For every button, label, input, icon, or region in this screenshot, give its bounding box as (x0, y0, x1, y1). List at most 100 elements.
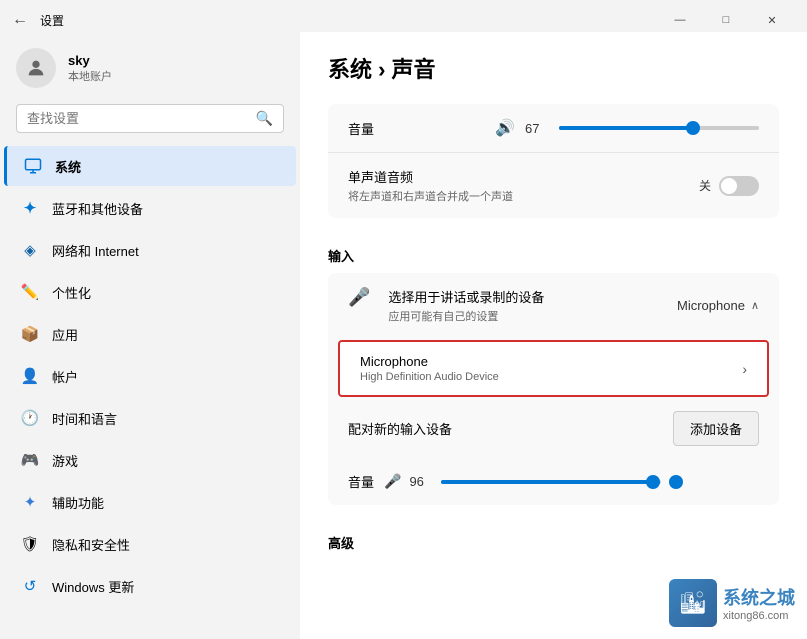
watermark-icon: 🏙 (669, 579, 717, 627)
sidebar-item-gaming[interactable]: 🎮 游戏 (4, 440, 296, 480)
volume-value: 67 (525, 121, 549, 136)
volume-slider-thumb (686, 121, 700, 135)
selected-device-label: Microphone (677, 298, 745, 313)
sidebar-item-accessibility-label: 辅助功能 (52, 493, 104, 512)
input-volume-value: 96 (409, 474, 433, 489)
sidebar: sky 本地账户 🔍 系统 ✦ 蓝牙和其他设备 ◈ 网络和 Internet (0, 32, 300, 639)
device-selector-left: 🎤 选择用于讲话或录制的设备 应用可能有自己的设置 (348, 287, 544, 324)
advanced-heading: 高级 (328, 517, 779, 560)
sidebar-item-accessibility[interactable]: ✦ 辅助功能 (4, 482, 296, 522)
device-item-info: Microphone High Definition Audio Device (360, 354, 742, 383)
add-device-button[interactable]: 添加设备 (673, 411, 759, 446)
device-selector-info: 选择用于讲话或录制的设备 应用可能有自己的设置 (388, 287, 544, 324)
back-arrow-icon: ← (12, 11, 28, 29)
input-volume-slider-fill (441, 480, 652, 484)
sidebar-item-network-label: 网络和 Internet (52, 241, 139, 260)
sidebar-item-accounts-label: 帐户 (52, 367, 78, 386)
device-item-chevron-icon: › (742, 361, 747, 377)
page-title: 系统 › 声音 (328, 52, 779, 84)
watermark: 🏙 系统之城 xitong86.com (669, 579, 795, 627)
sidebar-item-gaming-label: 游戏 (52, 451, 78, 470)
accessibility-icon: ✦ (20, 492, 40, 512)
input-volume-slider-track[interactable] (441, 480, 661, 484)
sidebar-item-privacy-label: 隐私和安全性 (52, 535, 130, 554)
app-body: sky 本地账户 🔍 系统 ✦ 蓝牙和其他设备 ◈ 网络和 Internet (0, 32, 807, 639)
time-icon: 🕐 (20, 408, 40, 428)
watermark-sub: xitong86.com (723, 610, 795, 622)
system-icon (23, 156, 43, 176)
chevron-up-icon: ∧ (751, 299, 759, 312)
mono-audio-info: 单声道音频 将左声道和右声道合并成一个声道 (348, 167, 513, 204)
sidebar-item-apps[interactable]: 📦 应用 (4, 314, 296, 354)
sidebar-item-personalization-label: 个性化 (52, 283, 91, 302)
apps-icon: 📦 (20, 324, 40, 344)
user-info: sky 本地账户 (68, 53, 112, 84)
update-icon: ↺ (20, 576, 40, 596)
input-volume-label: 音量 (348, 472, 374, 491)
personalization-icon: ✏️ (20, 282, 40, 302)
user-type: 本地账户 (68, 68, 112, 84)
volume-control: 🔊 67 (390, 118, 759, 138)
volume-slider-track[interactable] (559, 126, 759, 130)
volume-row: 音量 🔊 67 (328, 104, 779, 152)
sidebar-item-bluetooth-label: 蓝牙和其他设备 (52, 199, 143, 218)
volume-slider-fill (559, 126, 693, 130)
accounts-icon: 👤 (20, 366, 40, 386)
search-icon: 🔍 (256, 110, 273, 127)
sidebar-item-update-label: Windows 更新 (52, 577, 134, 596)
watermark-text: 系统之城 (723, 584, 795, 610)
toggle-ball (721, 178, 737, 194)
watermark-text-area: 系统之城 xitong86.com (723, 584, 795, 622)
sidebar-item-time[interactable]: 🕐 时间和语言 (4, 398, 296, 438)
input-volume-end-dot (669, 475, 683, 489)
sidebar-item-privacy[interactable]: 🛡 隐私和安全性 (4, 524, 296, 564)
select-device-sub: 应用可能有自己的设置 (388, 308, 544, 324)
avatar (16, 48, 56, 88)
search-input[interactable] (27, 111, 248, 126)
pair-label: 配对新的输入设备 (348, 419, 452, 438)
device-selector-value[interactable]: Microphone ∧ (677, 298, 759, 313)
titlebar-title: 设置 (40, 12, 64, 29)
mono-audio-row: 单声道音频 将左声道和右声道合并成一个声道 关 (328, 152, 779, 218)
sidebar-item-network[interactable]: ◈ 网络和 Internet (4, 230, 296, 270)
input-volume-control: 🎤 96 (384, 473, 759, 490)
mono-audio-label: 单声道音频 (348, 167, 513, 186)
user-name: sky (68, 53, 112, 68)
device-selector-row[interactable]: 🎤 选择用于讲话或录制的设备 应用可能有自己的设置 Microphone ∧ (328, 273, 779, 338)
volume-label: 音量 (348, 119, 374, 138)
sidebar-item-windows-update[interactable]: ↺ Windows 更新 (4, 566, 296, 606)
device-item-sub: High Definition Audio Device (360, 371, 742, 383)
sidebar-item-bluetooth[interactable]: ✦ 蓝牙和其他设备 (4, 188, 296, 228)
titlebar-left: ← 设置 (12, 11, 64, 29)
input-volume-row: 音量 🎤 96 (328, 458, 779, 505)
speaker-icon: 🔊 (495, 118, 515, 138)
volume-card: 音量 🔊 67 单声道音频 将左声道和右声道合并成一个声道 (328, 104, 779, 218)
privacy-icon: 🛡 (20, 534, 40, 554)
input-card: 🎤 选择用于讲话或录制的设备 应用可能有自己的设置 Microphone ∧ (328, 273, 779, 505)
sidebar-item-personalization[interactable]: ✏️ 个性化 (4, 272, 296, 312)
gaming-icon: 🎮 (20, 450, 40, 470)
mono-audio-sublabel: 将左声道和右声道合并成一个声道 (348, 188, 513, 204)
pair-device-row: 配对新的输入设备 添加设备 (328, 399, 779, 458)
device-item-name: Microphone (360, 354, 742, 369)
toggle-off-label: 关 (699, 177, 711, 194)
input-mic-icon: 🎤 (384, 473, 401, 490)
search-box[interactable]: 🔍 (16, 104, 284, 133)
network-icon: ◈ (20, 240, 40, 260)
select-device-label: 选择用于讲话或录制的设备 (388, 287, 544, 306)
bluetooth-icon: ✦ (20, 198, 40, 218)
toggle-pill[interactable] (719, 176, 759, 196)
sidebar-item-accounts[interactable]: 👤 帐户 (4, 356, 296, 396)
mono-audio-toggle[interactable]: 关 (699, 176, 759, 196)
device-item-microphone[interactable]: Microphone High Definition Audio Device … (338, 340, 769, 397)
sidebar-item-time-label: 时间和语言 (52, 409, 117, 428)
sidebar-item-system[interactable]: 系统 (4, 146, 296, 186)
sidebar-header: sky 本地账户 (0, 40, 300, 104)
input-volume-slider-thumb (646, 475, 660, 489)
titlebar: ← 设置 — □ ✕ (0, 0, 807, 32)
content-area: 系统 › 声音 音量 🔊 67 (300, 32, 807, 639)
sidebar-item-system-label: 系统 (55, 157, 81, 176)
mic-icon: 🎤 (348, 287, 370, 308)
sidebar-item-apps-label: 应用 (52, 325, 78, 344)
input-heading: 输入 (328, 230, 779, 273)
